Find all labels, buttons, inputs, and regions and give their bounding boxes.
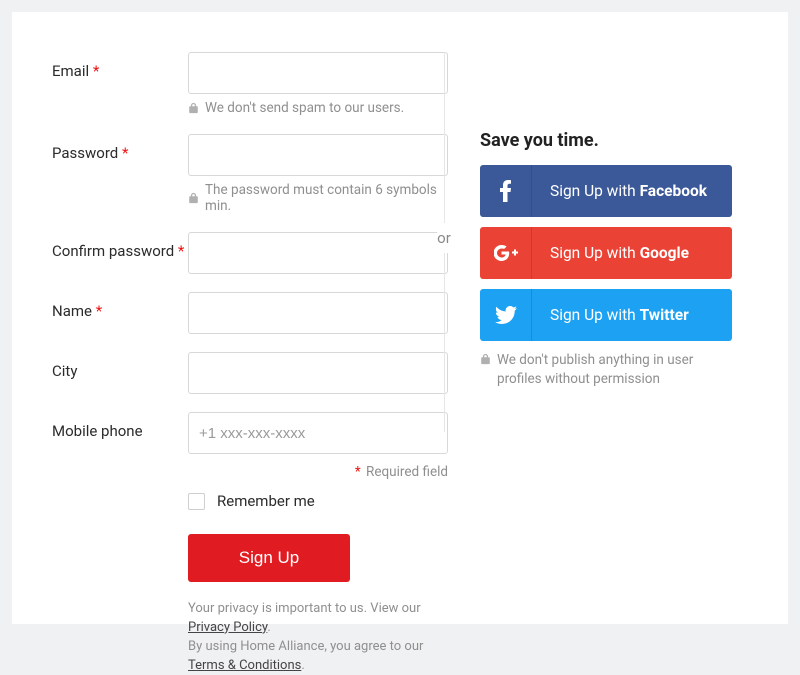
name-field[interactable] bbox=[188, 292, 448, 334]
terms-link[interactable]: Terms & Conditions bbox=[188, 658, 301, 673]
signup-form: Email * We don't send spam to our users.… bbox=[52, 52, 452, 675]
lock-icon bbox=[480, 353, 491, 365]
city-field[interactable] bbox=[188, 352, 448, 394]
twitter-icon bbox=[495, 306, 517, 324]
phone-field[interactable] bbox=[188, 412, 448, 454]
signup-button[interactable]: Sign Up bbox=[188, 534, 350, 582]
privacy-policy-link[interactable]: Privacy Policy bbox=[188, 620, 267, 635]
social-title: Save you time. bbox=[480, 130, 748, 151]
lock-icon bbox=[188, 192, 199, 204]
google-plus-icon bbox=[494, 245, 518, 261]
email-label: Email * bbox=[52, 52, 188, 80]
remember-me-checkbox[interactable] bbox=[188, 493, 205, 510]
signup-with-twitter-button[interactable]: Sign Up with Twitter bbox=[480, 289, 732, 341]
password-field[interactable] bbox=[188, 134, 448, 176]
name-label: Name * bbox=[52, 292, 188, 320]
email-hint: We don't send spam to our users. bbox=[205, 100, 404, 116]
required-field-note: * Required field bbox=[52, 464, 448, 480]
phone-label: Mobile phone bbox=[52, 412, 188, 440]
or-separator: or bbox=[437, 223, 451, 253]
email-field[interactable] bbox=[188, 52, 448, 94]
remember-me-label: Remember me bbox=[217, 492, 315, 510]
confirm-password-label: Confirm password * bbox=[52, 232, 188, 260]
city-label: City bbox=[52, 352, 188, 380]
signup-with-facebook-button[interactable]: Sign Up with Facebook bbox=[480, 165, 732, 217]
signup-card: or Email * We don't send spam to our use… bbox=[12, 12, 788, 624]
lock-icon bbox=[188, 102, 199, 114]
signup-with-google-button[interactable]: Sign Up with Google bbox=[480, 227, 732, 279]
facebook-icon bbox=[500, 180, 512, 202]
social-hint: We don't publish anything in user profil… bbox=[497, 351, 732, 389]
social-signup-panel: Save you time. Sign Up with Facebook Sig… bbox=[452, 52, 748, 675]
password-hint: The password must contain 6 symbols min. bbox=[205, 182, 452, 214]
password-label: Password * bbox=[52, 134, 188, 162]
confirm-password-field[interactable] bbox=[188, 232, 448, 274]
legal-text: Your privacy is important to us. View ou… bbox=[188, 600, 452, 675]
